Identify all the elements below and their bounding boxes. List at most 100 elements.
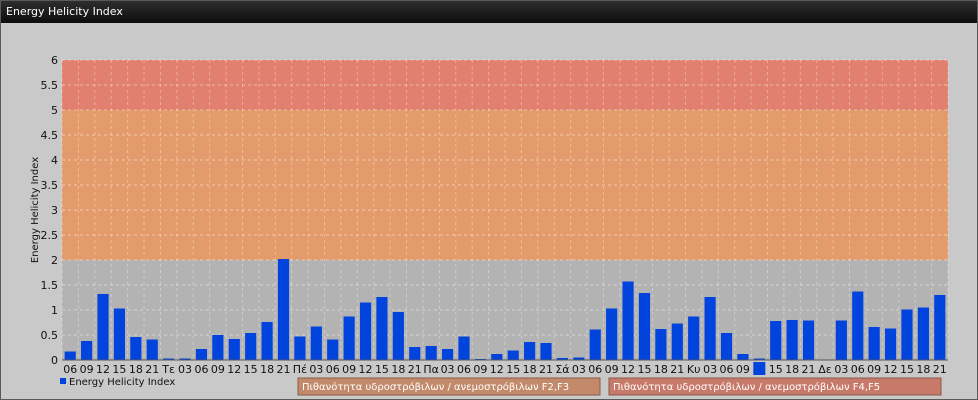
bar bbox=[917, 307, 929, 360]
bar bbox=[934, 295, 946, 360]
bar bbox=[655, 329, 667, 360]
bar bbox=[622, 281, 634, 360]
bar bbox=[228, 339, 240, 360]
x-tick-label: 03 bbox=[834, 363, 848, 376]
bar bbox=[327, 339, 339, 360]
x-tick-label: 21 bbox=[933, 363, 947, 376]
x-tick-label: 06 bbox=[851, 363, 865, 376]
x-tick-label: 09 bbox=[342, 363, 356, 376]
bar bbox=[688, 316, 700, 360]
x-tick-label: 06 bbox=[194, 363, 208, 376]
x-tick-label: 06 bbox=[588, 363, 602, 376]
y-axis-label: Energy Helicity Index bbox=[30, 157, 41, 263]
bar bbox=[195, 349, 208, 360]
x-tick-label: Πέ bbox=[293, 363, 307, 376]
bar bbox=[671, 323, 683, 360]
y-tick-label: 3.5 bbox=[41, 179, 59, 192]
legend-band-f45-label: Πιθανότητα υδροστρόβιλων / ανεμοστρόβιλω… bbox=[613, 381, 880, 393]
x-tick-label: 18 bbox=[391, 363, 405, 376]
x-tick-label: 12 bbox=[621, 363, 635, 376]
y-tick-label: 5 bbox=[51, 104, 58, 117]
bar bbox=[540, 343, 552, 360]
bar bbox=[901, 309, 913, 360]
x-tick-label: 15 bbox=[900, 363, 914, 376]
x-tick-label: 06 bbox=[63, 363, 77, 376]
x-tick-label: Σά bbox=[555, 363, 569, 376]
bar bbox=[64, 351, 76, 360]
x-tick-label: 03 bbox=[703, 363, 717, 376]
x-tick-label: 12 bbox=[359, 363, 373, 376]
bar bbox=[97, 294, 109, 360]
x-tick-label: 15 bbox=[375, 363, 389, 376]
x-tick-label: 09 bbox=[736, 363, 750, 376]
bar bbox=[81, 341, 93, 360]
y-tick-label: 2.5 bbox=[41, 229, 59, 242]
x-tick-label: 03 bbox=[178, 363, 192, 376]
y-tick-label: 1 bbox=[51, 304, 58, 317]
x-tick-label: 12 bbox=[884, 363, 898, 376]
x-tick-label: Πα bbox=[423, 363, 439, 376]
bar bbox=[802, 320, 815, 360]
x-tick-label: 12 bbox=[490, 363, 504, 376]
x-tick-label: 18 bbox=[129, 363, 143, 376]
x-tick-label: 15 bbox=[637, 363, 651, 376]
bar bbox=[245, 333, 257, 360]
bar bbox=[835, 320, 847, 360]
bar bbox=[589, 329, 601, 360]
x-tick-label: 18 bbox=[785, 363, 799, 376]
x-tick-label: 21 bbox=[539, 363, 553, 376]
energy-helicity-chart: 00.511.522.533.544.555.5606 09 12 15 18 21 Τε 0… bbox=[30, 54, 949, 396]
x-tick-label: 21 bbox=[145, 363, 159, 376]
bar bbox=[491, 354, 503, 360]
y-tick-label: 0 bbox=[51, 354, 58, 367]
bar bbox=[359, 302, 372, 360]
y-tick-label: 4 bbox=[51, 154, 58, 167]
x-tick-label: 15 bbox=[769, 363, 783, 376]
x-tick-label: 15 bbox=[244, 363, 258, 376]
bar bbox=[376, 297, 388, 360]
bar bbox=[720, 333, 733, 360]
bar bbox=[130, 337, 142, 360]
bar bbox=[277, 259, 290, 360]
x-tick-label: 18 bbox=[260, 363, 274, 376]
bar bbox=[310, 326, 322, 360]
x-tick-label: 12 bbox=[227, 363, 241, 376]
legend-band-f23-label: Πιθανότητα υδροστρόβιλων / ανεμοστρόβιλω… bbox=[302, 381, 569, 393]
x-tick-label: Δε bbox=[818, 363, 832, 376]
bar bbox=[261, 322, 273, 360]
axis-marker bbox=[753, 362, 766, 375]
bar bbox=[507, 350, 519, 360]
bar bbox=[392, 312, 404, 360]
x-tick-label: 09 bbox=[473, 363, 487, 376]
y-tick-label: 1.5 bbox=[41, 279, 59, 292]
y-tick-label: 6 bbox=[51, 54, 58, 67]
y-tick-label: 2 bbox=[51, 254, 58, 267]
x-tick-label: 06 bbox=[326, 363, 340, 376]
bar bbox=[606, 308, 618, 360]
bar bbox=[113, 308, 126, 360]
x-tick-label: 15 bbox=[112, 363, 126, 376]
x-tick-label: Τε bbox=[161, 363, 175, 376]
bar bbox=[458, 336, 470, 360]
legend-swatch bbox=[60, 378, 66, 384]
x-tick-label: 09 bbox=[211, 363, 225, 376]
x-tick-label: 18 bbox=[916, 363, 930, 376]
x-tick-label: 06 bbox=[457, 363, 471, 376]
bar bbox=[852, 291, 864, 360]
x-tick-label: 03 bbox=[572, 363, 586, 376]
bar bbox=[409, 347, 421, 360]
x-tick-label: 09 bbox=[605, 363, 619, 376]
panel-title: Energy Helicity Index bbox=[1, 1, 977, 23]
bar bbox=[343, 316, 355, 360]
bar bbox=[884, 328, 897, 360]
x-tick-label: 09 bbox=[80, 363, 94, 376]
x-tick-label: 03 bbox=[441, 363, 455, 376]
y-tick-label: 5.5 bbox=[41, 79, 59, 92]
x-tick-label: 06 bbox=[720, 363, 734, 376]
bar bbox=[441, 349, 454, 360]
x-tick-label: 21 bbox=[277, 363, 291, 376]
x-tick-label: 21 bbox=[802, 363, 816, 376]
x-tick-label: 12 bbox=[96, 363, 110, 376]
bar bbox=[524, 342, 536, 360]
y-tick-label: 0.5 bbox=[41, 329, 59, 342]
